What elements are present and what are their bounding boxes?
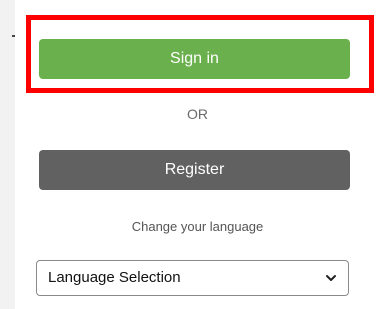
sign-in-button[interactable]: Sign in [39, 39, 350, 79]
chevron-down-icon [326, 275, 336, 281]
or-label: OR [187, 106, 208, 122]
left-gutter [0, 0, 15, 309]
register-button[interactable]: Register [39, 150, 350, 190]
language-select[interactable]: Language Selection [36, 260, 349, 296]
language-select-value: Language Selection [48, 269, 181, 286]
change-language-label: Change your language [131, 219, 264, 234]
login-panel: Sign in OR Register Change your language… [15, 0, 380, 309]
